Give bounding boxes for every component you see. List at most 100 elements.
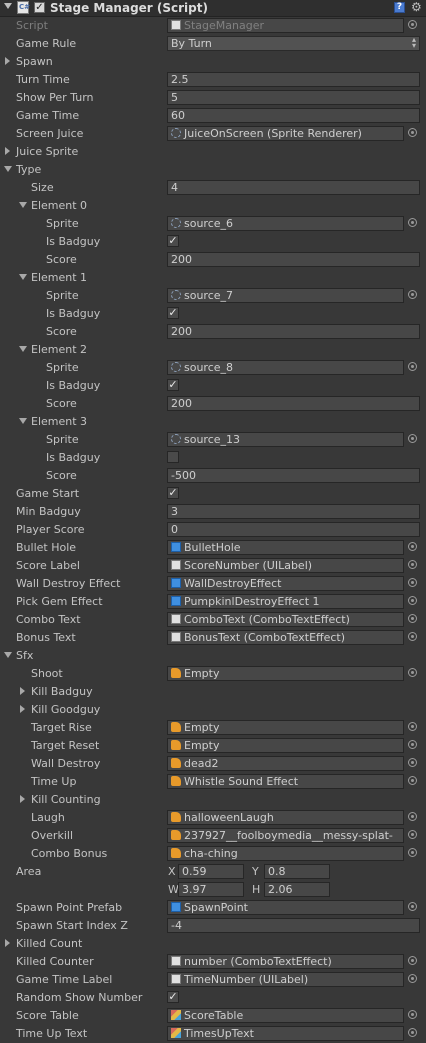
- target-reset-field[interactable]: Empty: [167, 738, 404, 753]
- combo-bonus-field[interactable]: cha-ching: [167, 846, 404, 861]
- sfx-foldout[interactable]: [4, 652, 12, 658]
- object-picker-icon[interactable]: [408, 1010, 417, 1019]
- sprite-field[interactable]: source_6: [167, 216, 404, 231]
- object-picker-icon[interactable]: [408, 758, 417, 767]
- gear-icon[interactable]: ⚙: [411, 0, 422, 14]
- component-enabled-checkbox[interactable]: ✓: [34, 2, 45, 13]
- object-picker-icon[interactable]: [408, 632, 417, 641]
- object-picker-icon[interactable]: [408, 614, 417, 623]
- field-label: Kill Goodguy: [31, 703, 101, 716]
- kill-counting-foldout[interactable]: [20, 795, 25, 803]
- game-start-checkbox[interactable]: ✓: [167, 487, 179, 499]
- score-field[interactable]: 200: [167, 396, 420, 411]
- object-picker-icon[interactable]: [408, 542, 417, 551]
- area-x-field[interactable]: 0.59: [178, 864, 244, 879]
- game-time-field[interactable]: 60: [167, 108, 420, 123]
- object-picker-icon[interactable]: [408, 20, 417, 29]
- field-label: Kill Counting: [31, 793, 101, 806]
- pick-gem-effect-field[interactable]: PumpkinlDestroyEffect 1: [167, 594, 404, 609]
- bullet-hole-field[interactable]: BulletHole: [167, 540, 404, 555]
- wall-destroy-field[interactable]: dead2: [167, 756, 404, 771]
- time-up-field[interactable]: Whistle Sound Effect: [167, 774, 404, 789]
- component-foldout-arrow[interactable]: [4, 3, 12, 9]
- area-h-field[interactable]: 2.06: [264, 882, 330, 897]
- target-rise-field[interactable]: Empty: [167, 720, 404, 735]
- show-per-turn-field[interactable]: 5: [167, 90, 420, 105]
- killed-count-foldout[interactable]: [5, 939, 10, 947]
- score-field[interactable]: -500: [167, 468, 420, 483]
- sprite-field[interactable]: source_13: [167, 432, 404, 447]
- object-picker-icon[interactable]: [408, 740, 417, 749]
- score-field[interactable]: 200: [167, 324, 420, 339]
- time-up-text-field[interactable]: TimesUpText: [167, 1026, 404, 1041]
- game-time-label-field[interactable]: TimeNumber (UILabel): [167, 972, 404, 987]
- object-picker-icon[interactable]: [408, 722, 417, 731]
- object-picker-icon[interactable]: [408, 596, 417, 605]
- area-y-field[interactable]: 0.8: [264, 864, 330, 879]
- kill-goodguy-foldout[interactable]: [20, 705, 25, 713]
- spawn-foldout[interactable]: [5, 57, 10, 65]
- sprite-field[interactable]: source_7: [167, 288, 404, 303]
- field-label: Random Show Number: [16, 991, 143, 1004]
- object-picker-icon[interactable]: [408, 668, 417, 677]
- object-picker-icon[interactable]: [408, 956, 417, 965]
- game-rule-dropdown[interactable]: By Turn ▴ ▾: [167, 36, 420, 51]
- sprite-field[interactable]: source_8: [167, 360, 404, 375]
- field-value: source_13: [184, 433, 241, 446]
- object-picker-icon[interactable]: [408, 218, 417, 227]
- spawn-point-prefab-field[interactable]: SpawnPoint: [167, 900, 404, 915]
- wall-destroy-effect-field[interactable]: WallDestroyEffect: [167, 576, 404, 591]
- screen-juice-field[interactable]: JuiceOnScreen (Sprite Renderer): [167, 126, 404, 141]
- overkill-field[interactable]: 237927__foolboymedia__messy-splat-: [167, 828, 404, 843]
- score-field[interactable]: 200: [167, 252, 420, 267]
- turn-time-field[interactable]: 2.5: [167, 72, 420, 87]
- axis-label: X: [168, 865, 176, 878]
- object-picker-icon[interactable]: [408, 776, 417, 785]
- score-table-field[interactable]: ScoreTable: [167, 1008, 404, 1023]
- object-picker-icon[interactable]: [408, 812, 417, 821]
- dropdown-arrows-icon: ▴ ▾: [411, 36, 416, 50]
- is-badguy-checkbox[interactable]: [167, 451, 179, 463]
- object-picker-icon[interactable]: [408, 830, 417, 839]
- score-table-row: Score Table ScoreTable: [0, 1007, 426, 1025]
- object-picker-icon[interactable]: [408, 560, 417, 569]
- area-w-field[interactable]: 3.97: [178, 882, 244, 897]
- object-picker-icon[interactable]: [408, 434, 417, 443]
- field-label: Killed Count: [16, 937, 83, 950]
- is-badguy-checkbox[interactable]: ✓: [167, 307, 179, 319]
- script-field[interactable]: StageManager: [167, 18, 404, 33]
- is-badguy-checkbox[interactable]: ✓: [167, 235, 179, 247]
- player-score-field[interactable]: 0: [167, 522, 420, 537]
- kill-badguy-foldout[interactable]: [20, 687, 25, 695]
- min-badguy-field[interactable]: 3: [167, 504, 420, 519]
- object-picker-icon[interactable]: [408, 1028, 417, 1037]
- element-foldout[interactable]: [19, 274, 27, 280]
- random-show-number-checkbox[interactable]: ✓: [167, 991, 179, 1003]
- element-foldout[interactable]: [19, 418, 27, 424]
- type-foldout[interactable]: [4, 166, 12, 172]
- help-icon[interactable]: ?: [394, 2, 405, 13]
- object-picker-icon[interactable]: [408, 578, 417, 587]
- juice-sprite-foldout[interactable]: [5, 147, 10, 155]
- field-label: Area: [16, 865, 42, 878]
- object-picker-icon[interactable]: [408, 848, 417, 857]
- object-picker-icon[interactable]: [408, 902, 417, 911]
- laugh-field[interactable]: halloweenLaugh: [167, 810, 404, 825]
- field-label: Sprite: [46, 289, 79, 302]
- combo-text-field[interactable]: ComboText (ComboTextEffect): [167, 612, 404, 627]
- element-foldout[interactable]: [19, 202, 27, 208]
- element-foldout[interactable]: [19, 346, 27, 352]
- object-picker-icon[interactable]: [408, 128, 417, 137]
- object-picker-icon[interactable]: [408, 362, 417, 371]
- object-picker-icon[interactable]: [408, 290, 417, 299]
- is-badguy-checkbox[interactable]: ✓: [167, 379, 179, 391]
- score-label-field[interactable]: ScoreNumber (UILabel): [167, 558, 404, 573]
- bonus-text-field[interactable]: BonusText (ComboTextEffect): [167, 630, 404, 645]
- spawn-start-index-z-field[interactable]: -4: [167, 918, 420, 933]
- killed-counter-field[interactable]: number (ComboTextEffect): [167, 954, 404, 969]
- field-value: 3.97: [182, 883, 207, 896]
- spawn-point-prefab-row: Spawn Point Prefab SpawnPoint: [0, 899, 426, 917]
- object-picker-icon[interactable]: [408, 974, 417, 983]
- shoot-field[interactable]: Empty: [167, 666, 404, 681]
- size-field[interactable]: 4: [167, 180, 420, 195]
